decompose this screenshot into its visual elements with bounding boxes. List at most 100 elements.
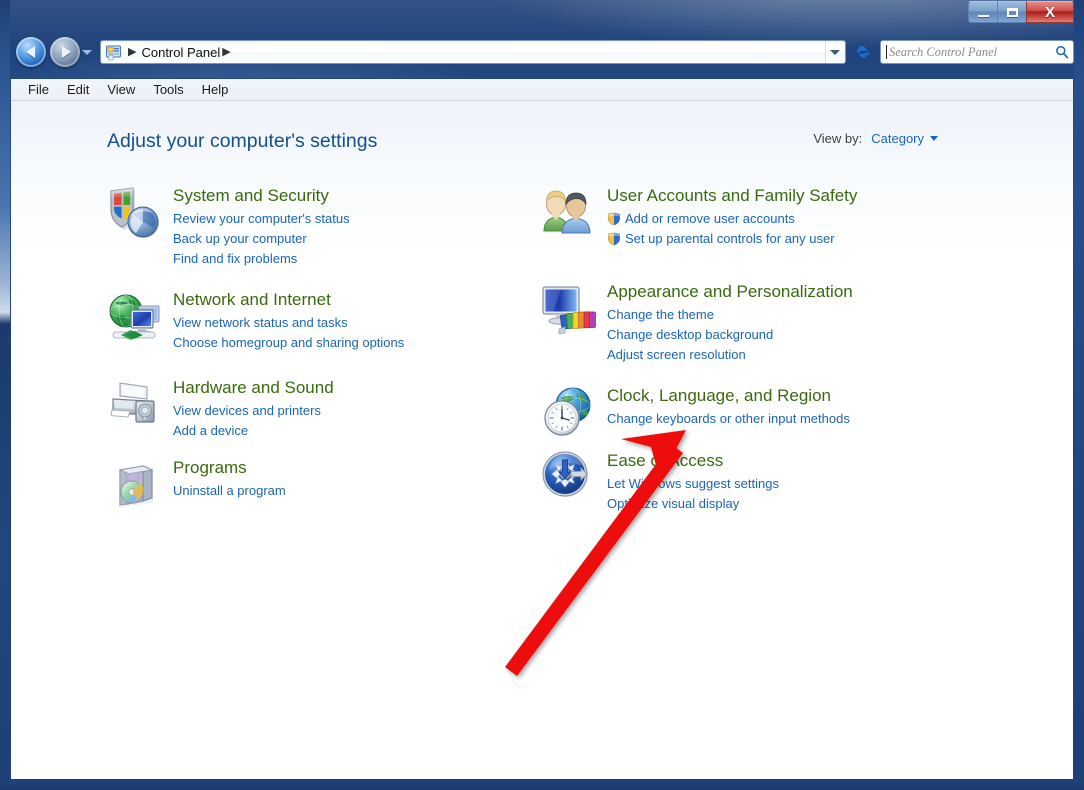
search-box[interactable]: Search Control Panel [880, 40, 1074, 64]
category-body: Ease of Access Let Windows suggest setti… [607, 450, 779, 514]
category-title[interactable]: Programs [173, 458, 286, 478]
category-title[interactable]: Ease of Access [607, 451, 779, 471]
link-label: Uninstall a program [173, 483, 286, 499]
link-label: Change keyboards or other input methods [607, 411, 850, 427]
link-label: Choose homegroup and sharing options [173, 335, 405, 351]
menu-file[interactable]: File [19, 81, 58, 98]
monitor-palette-icon [541, 281, 597, 337]
software-box-icon [107, 457, 163, 513]
category-body: User Accounts and Family Safety Add or r… [607, 185, 857, 249]
link-choose-homegroup[interactable]: Choose homegroup and sharing options [173, 333, 404, 353]
category-body: System and Security Review your computer… [173, 185, 350, 269]
close-icon: X [1044, 3, 1055, 21]
category-body: Hardware and Sound View devices and prin… [173, 377, 334, 441]
link-label: View devices and printers [173, 403, 321, 419]
search-icon [1055, 45, 1069, 59]
network-globe-icon [107, 289, 163, 345]
category-title[interactable]: User Accounts and Family Safety [607, 186, 857, 206]
link-back-up-computer[interactable]: Back up your computer [173, 229, 350, 249]
menu-view[interactable]: View [98, 81, 144, 98]
window-controls: X [968, 1, 1074, 25]
link-label: Let Windows suggest settings [607, 476, 779, 492]
link-change-desktop-background[interactable]: Change desktop background [607, 325, 853, 345]
category-appearance-and-personalization: Appearance and Personalization Change th… [541, 281, 853, 365]
link-change-keyboards-or-other-input-methods[interactable]: Change keyboards or other input methods [607, 409, 850, 429]
ease-of-access-icon [541, 450, 597, 506]
content-pane: Adjust your computer's settings View by:… [11, 101, 1073, 779]
minimize-icon [977, 14, 989, 17]
category-ease-of-access: Ease of Access Let Windows suggest setti… [541, 450, 779, 514]
link-label: Adjust screen resolution [607, 347, 746, 363]
forward-button[interactable] [50, 37, 80, 67]
maximize-button[interactable] [997, 1, 1027, 23]
link-review-computer-status[interactable]: Review your computer's status [173, 209, 350, 229]
clock-globe-icon [541, 385, 597, 441]
link-label: Add or remove user accounts [625, 211, 795, 227]
menu-help[interactable]: Help [193, 81, 238, 98]
address-bar[interactable]: ▶ Control Panel ▶ [100, 40, 846, 64]
link-optimize-visual-display[interactable]: Optimize visual display [607, 494, 779, 514]
view-by-value[interactable]: Category [871, 131, 924, 146]
category-body: Appearance and Personalization Change th… [607, 281, 853, 365]
category-programs: Programs Uninstall a program [107, 457, 286, 513]
category-clock-language-and-region: Clock, Language, and Region Change keybo… [541, 385, 850, 441]
category-user-accounts-and-family-safety: User Accounts and Family Safety Add or r… [541, 185, 857, 249]
link-add-or-remove-user-accounts[interactable]: Add or remove user accounts [607, 209, 857, 229]
menu-tools[interactable]: Tools [144, 81, 192, 98]
category-system-and-security: System and Security Review your computer… [107, 185, 350, 269]
link-view-network-status[interactable]: View network status and tasks [173, 313, 404, 333]
link-label: Set up parental controls for any user [625, 231, 835, 247]
category-title[interactable]: Hardware and Sound [173, 378, 334, 398]
view-by-control: View by: Category [813, 131, 938, 146]
link-set-up-parental-controls[interactable]: Set up parental controls for any user [607, 229, 857, 249]
category-network-and-internet: Network and Internet View network status… [107, 289, 404, 353]
link-label: View network status and tasks [173, 315, 348, 331]
category-title[interactable]: Network and Internet [173, 290, 404, 310]
arrow-left-icon [25, 46, 35, 58]
menu-edit[interactable]: Edit [58, 81, 98, 98]
arrow-right-icon [61, 46, 71, 58]
chevron-down-icon [829, 49, 840, 55]
close-button[interactable]: X [1026, 1, 1074, 23]
window-border-right [1074, 0, 1084, 790]
uac-shield-icon [607, 232, 621, 246]
window-border-left [0, 0, 10, 790]
printer-speaker-icon [107, 377, 163, 433]
link-label: Optimize visual display [607, 496, 740, 512]
breadcrumb-separator-trailing[interactable]: ▶ [222, 46, 230, 58]
maximize-icon [1006, 7, 1018, 17]
link-label: Change the theme [607, 307, 714, 323]
back-button[interactable] [16, 37, 46, 67]
security-shield-icon [107, 185, 163, 241]
link-label: Add a device [173, 423, 249, 439]
control-panel-icon [105, 44, 122, 61]
link-view-devices-and-printers[interactable]: View devices and printers [173, 401, 334, 421]
refresh-button[interactable] [852, 40, 874, 64]
link-label: Change desktop background [607, 327, 774, 343]
search-input[interactable]: Search Control Panel [887, 45, 1055, 60]
address-dropdown-button[interactable] [825, 41, 843, 63]
link-let-windows-suggest-settings[interactable]: Let Windows suggest settings [607, 474, 779, 494]
link-adjust-screen-resolution[interactable]: Adjust screen resolution [607, 345, 853, 365]
window-border-bottom [0, 780, 1084, 790]
category-title[interactable]: System and Security [173, 186, 350, 206]
navigation-bar: ▶ Control Panel ▶ Search Control Panel [10, 34, 1074, 70]
chevron-down-icon [82, 49, 92, 55]
category-title[interactable]: Appearance and Personalization [607, 282, 853, 302]
category-title[interactable]: Clock, Language, and Region [607, 386, 850, 406]
minimize-button[interactable] [968, 1, 998, 23]
uac-shield-icon [607, 212, 621, 226]
link-uninstall-a-program[interactable]: Uninstall a program [173, 481, 286, 501]
chevron-down-icon[interactable] [930, 136, 938, 141]
breadcrumb-separator-leading: ▶ [128, 45, 137, 58]
breadcrumb-control-panel[interactable]: Control Panel [141, 45, 220, 60]
link-change-the-theme[interactable]: Change the theme [607, 305, 853, 325]
category-body: Network and Internet View network status… [173, 289, 404, 353]
recent-pages-button[interactable] [80, 37, 94, 67]
page-title: Adjust your computer's settings [107, 130, 378, 152]
link-add-a-device[interactable]: Add a device [173, 421, 334, 441]
link-find-and-fix-problems[interactable]: Find and fix problems [173, 249, 350, 269]
link-label: Review your computer's status [173, 211, 350, 227]
refresh-icon [857, 46, 869, 58]
view-by-label: View by: [813, 131, 863, 146]
